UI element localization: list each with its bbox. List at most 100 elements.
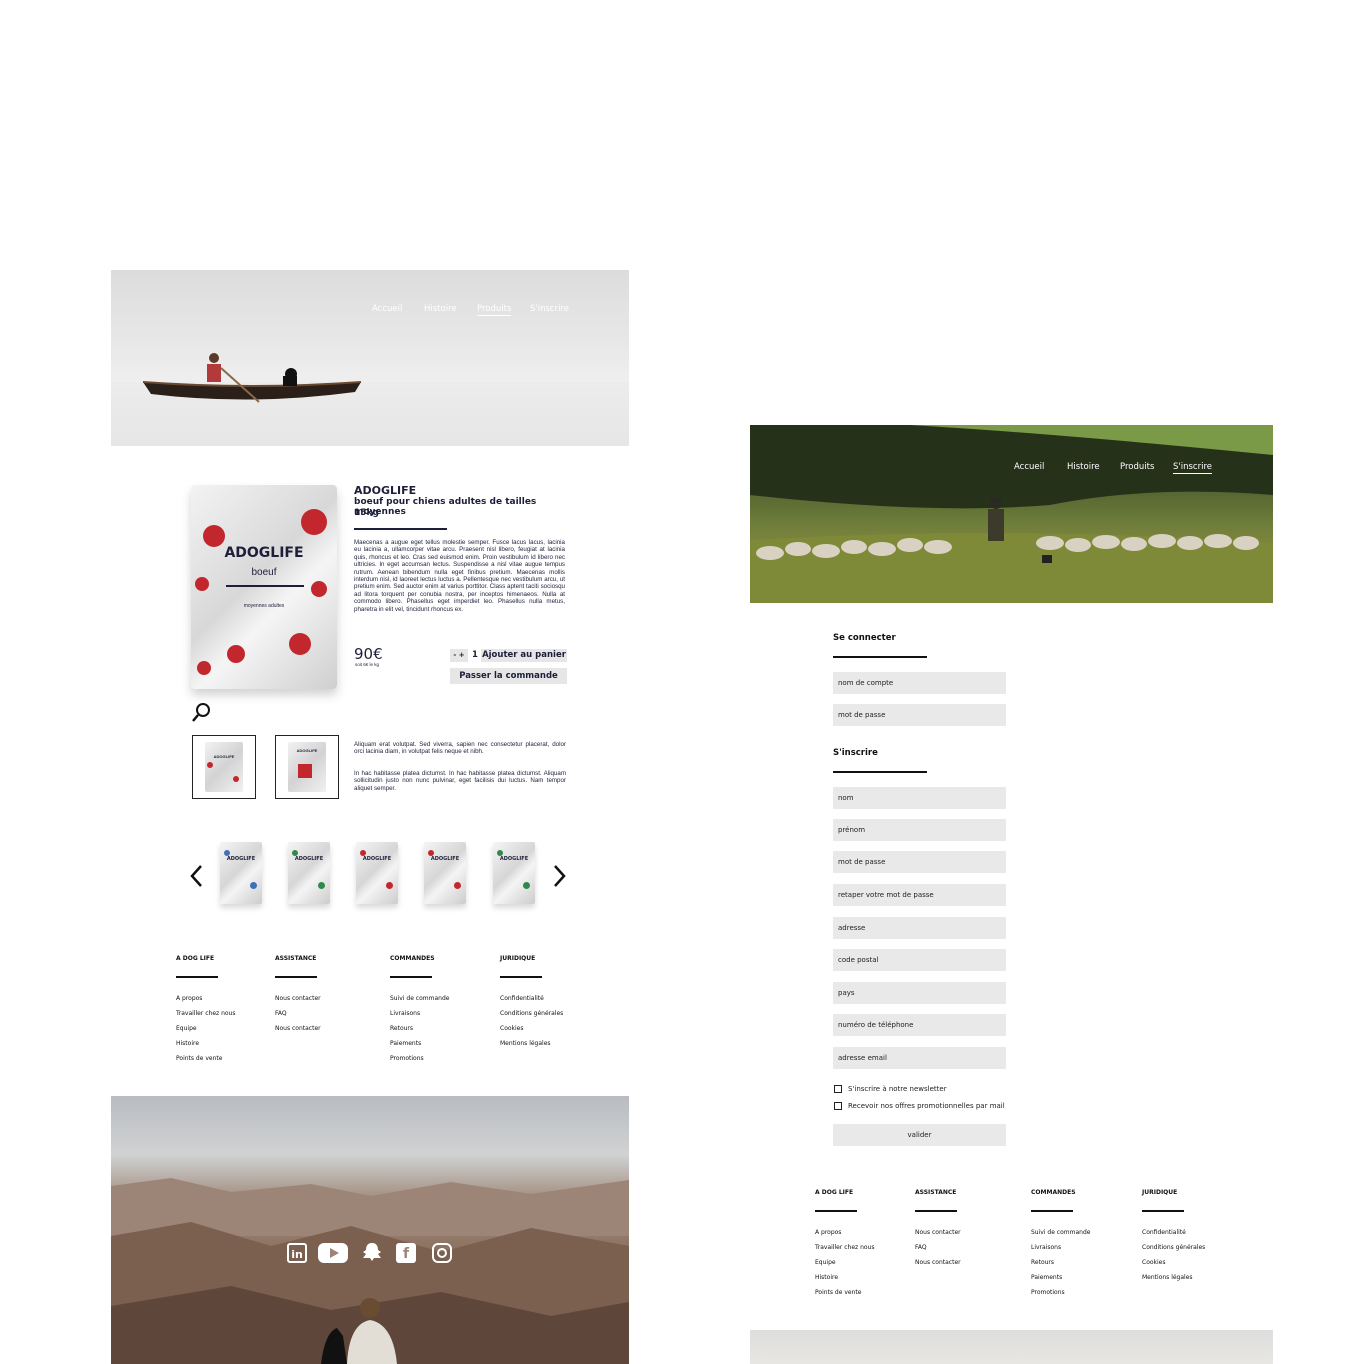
zoom-icon[interactable] [192, 702, 212, 727]
footer-link[interactable]: A propos [815, 1225, 874, 1240]
nav-histoire[interactable]: Histoire [1067, 462, 1100, 472]
footer-link[interactable]: Points de vente [815, 1285, 874, 1300]
footer-link[interactable]: Paiements [1031, 1270, 1090, 1285]
footer-link[interactable]: Mentions légales [1142, 1270, 1205, 1285]
footer-link[interactable]: A propos [176, 991, 235, 1006]
product-extra-text-1: Aliquam erat volutpat. Sed viverra, sapi… [354, 741, 566, 756]
nav-histoire[interactable]: Histoire [424, 304, 457, 314]
package-pattern [195, 577, 209, 591]
carousel-product[interactable]: ADOGLIFE [356, 842, 398, 904]
footer-link[interactable]: Equipe [815, 1255, 874, 1270]
footer-link[interactable]: Promotions [390, 1051, 449, 1066]
footer-link[interactable]: Histoire [815, 1270, 874, 1285]
package-pattern [207, 762, 213, 768]
package-pattern [292, 850, 298, 856]
footer-link[interactable]: Conditions générales [1142, 1240, 1205, 1255]
first-name-field[interactable]: prénom [833, 819, 1006, 841]
package-pattern [311, 581, 327, 597]
carousel-prev-icon[interactable] [189, 864, 205, 893]
package-pattern [523, 882, 530, 889]
footer-link[interactable]: Suivi de commande [1031, 1225, 1090, 1240]
footer-link[interactable]: Suivi de commande [390, 991, 449, 1006]
confirm-password-field[interactable]: retaper votre mot de passe [833, 884, 1006, 906]
footer-link[interactable]: Histoire [176, 1036, 235, 1051]
hero-lake-banner: Accueil Histoire Produits S'inscrire [111, 270, 629, 446]
carousel-next-icon[interactable] [551, 864, 567, 893]
footer-link[interactable]: Retours [1031, 1255, 1090, 1270]
footer-link[interactable]: Livraisons [1031, 1240, 1090, 1255]
footer-link[interactable]: Cookies [500, 1021, 563, 1036]
footer-link[interactable]: Nous contacter [275, 1021, 321, 1036]
newsletter-label: S'inscrire à notre newsletter [848, 1085, 947, 1093]
carousel-product[interactable]: ADOGLIFE [288, 842, 330, 904]
footer-link[interactable]: Conditions générales [500, 1006, 563, 1021]
nav-accueil[interactable]: Accueil [1014, 462, 1044, 472]
canoe-image [142, 353, 362, 403]
product-thumbnail[interactable]: ADOGLIFE [275, 735, 339, 799]
package-pattern [227, 645, 245, 663]
product-thumbnail[interactable]: ADOGLIFE [192, 735, 256, 799]
email-field[interactable]: adresse email [833, 1047, 1006, 1069]
footer-link[interactable]: Promotions [1031, 1285, 1090, 1300]
nav-sinscrire[interactable]: S'inscrire [530, 304, 569, 314]
product-divider [354, 528, 447, 530]
qty-stepper[interactable]: - + [450, 649, 468, 662]
linkedin-icon[interactable]: in [287, 1243, 307, 1263]
submit-button[interactable]: valider [833, 1124, 1006, 1146]
footer-heading: A DOG LIFE [176, 955, 215, 962]
footer-link[interactable]: FAQ [915, 1240, 961, 1255]
footer-heading: COMMANDES [390, 955, 435, 962]
footer-link[interactable]: Confidentialité [500, 991, 563, 1006]
footer-link[interactable]: Travailler chez nous [815, 1240, 874, 1255]
snapchat-icon[interactable] [361, 1241, 383, 1267]
footer-divider [176, 976, 218, 978]
footer-link[interactable]: Livraisons [390, 1006, 449, 1021]
footer-divider [500, 976, 542, 978]
nav-sinscrire[interactable]: S'inscrire [1173, 462, 1212, 474]
signup-divider [833, 771, 927, 773]
password-field[interactable]: mot de passe [833, 704, 1006, 726]
footer-link[interactable]: Equipe [176, 1021, 235, 1036]
footer-heading: ASSISTANCE [275, 955, 317, 962]
footer-link[interactable]: Paiements [390, 1036, 449, 1051]
country-field[interactable]: pays [833, 982, 1006, 1004]
carousel-product[interactable]: ADOGLIFE [220, 842, 262, 904]
facebook-icon[interactable]: f [396, 1243, 416, 1263]
carousel-product[interactable]: ADOGLIFE [424, 842, 466, 904]
footer-heading: ASSISTANCE [915, 1189, 957, 1196]
footer-link[interactable]: Cookies [1142, 1255, 1205, 1270]
footer-link[interactable]: Nous contacter [275, 991, 321, 1006]
footer-column-commandes: COMMANDES Suivi de commande Livraisons R… [390, 955, 449, 1067]
newsletter-checkbox[interactable] [834, 1085, 842, 1093]
add-to-cart-button[interactable]: Ajouter au panier [481, 649, 567, 662]
username-field[interactable]: nom de compte [833, 672, 1006, 694]
footer-link[interactable]: Confidentialité [1142, 1225, 1205, 1240]
product-weight: 15kg [354, 508, 379, 518]
checkout-button[interactable]: Passer la commande [450, 668, 567, 684]
qty-value[interactable]: 1 [472, 649, 478, 662]
postal-code-field[interactable]: code postal [833, 949, 1006, 971]
instagram-icon[interactable] [432, 1243, 452, 1263]
nav-accueil[interactable]: Accueil [372, 304, 402, 314]
footer-link[interactable]: Travailler chez nous [176, 1006, 235, 1021]
promo-checkbox[interactable] [834, 1102, 842, 1110]
last-name-field[interactable]: nom [833, 787, 1006, 809]
footer-link[interactable]: FAQ [275, 1006, 321, 1021]
footer-column-adoglife: A DOG LIFE A propos Travailler chez nous… [176, 955, 235, 1067]
footer-link[interactable]: Mentions légales [500, 1036, 563, 1051]
carousel-product[interactable]: ADOGLIFE [493, 842, 535, 904]
nav-produits[interactable]: Produits [1120, 462, 1154, 472]
footer-heading: JURIDIQUE [1142, 1189, 1178, 1196]
phone-field[interactable]: numéro de téléphone [833, 1014, 1006, 1036]
address-field[interactable]: adresse [833, 917, 1006, 939]
youtube-icon[interactable] [318, 1243, 348, 1263]
footer-link[interactable]: Points de vente [176, 1051, 235, 1066]
carousel-product-brand: ADOGLIFE [362, 856, 392, 862]
package-pattern [233, 776, 239, 782]
signup-password-field[interactable]: mot de passe [833, 851, 1006, 873]
footer-link[interactable]: Retours [390, 1021, 449, 1036]
nav-produits[interactable]: Produits [477, 304, 512, 316]
package-pattern [289, 633, 311, 655]
footer-link[interactable]: Nous contacter [915, 1225, 961, 1240]
footer-link[interactable]: Nous contacter [915, 1255, 961, 1270]
